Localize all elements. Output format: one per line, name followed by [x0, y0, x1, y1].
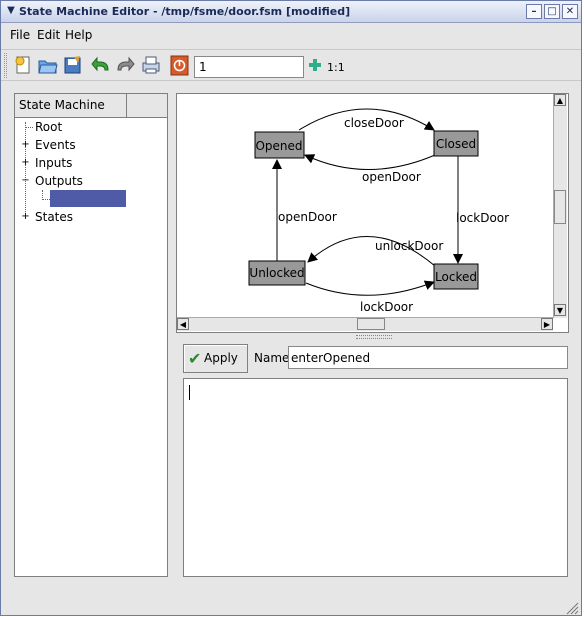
tree-item-events[interactable]: Events — [35, 138, 76, 152]
close-icon[interactable]: ✕ — [562, 4, 578, 19]
text-cursor — [189, 385, 190, 400]
app-window: ▼ State Machine Editor - /tmp/fsme/door.… — [0, 0, 582, 616]
maximize-icon[interactable]: □ — [544, 4, 560, 19]
transition-label: lockDoor — [360, 300, 413, 314]
save-icon[interactable] — [62, 54, 84, 76]
tree-item-label: Inputs — [35, 156, 73, 170]
redo-icon[interactable] — [114, 54, 136, 76]
zoom-in-icon[interactable] — [307, 57, 323, 73]
minimize-icon[interactable]: – — [526, 4, 542, 19]
collapse-icon[interactable]: − — [21, 176, 30, 186]
tree-item-selected[interactable] — [50, 190, 126, 207]
new-file-icon[interactable] — [12, 54, 34, 76]
diagram-canvas[interactable]: closeDoor openDoor lockDoor unlockDoor l… — [176, 93, 569, 333]
transition-label: openDoor — [362, 170, 421, 184]
transition-label: closeDoor — [344, 116, 404, 130]
transition-arrow[interactable] — [305, 280, 435, 296]
tree-column-header[interactable]: State Machine — [15, 94, 127, 117]
menu-help[interactable]: Help — [65, 28, 92, 42]
state-label: Opened — [255, 139, 302, 153]
menu-edit-label: Edit — [37, 28, 61, 42]
tree-header: State Machine — [15, 94, 167, 118]
horizontal-scrollbar[interactable]: ◀ ▶ — [177, 317, 553, 331]
menu-edit[interactable]: Edit — [37, 28, 60, 42]
state-locked[interactable]: Locked — [433, 263, 479, 290]
tree-item-root[interactable]: Root — [35, 120, 62, 134]
vertical-scroll-thumb[interactable] — [554, 190, 566, 224]
expand-icon[interactable]: + — [21, 212, 30, 222]
scroll-left-icon[interactable]: ◀ — [177, 318, 189, 330]
name-label: Name — [254, 351, 290, 365]
state-closed[interactable]: Closed — [433, 130, 479, 157]
state-label: Locked — [435, 270, 477, 284]
stop-icon[interactable] — [169, 55, 191, 77]
menu-help-label: Help — [65, 28, 93, 42]
open-folder-icon[interactable] — [37, 54, 59, 76]
transition-label: openDoor — [278, 210, 337, 224]
tree-connector — [25, 127, 33, 128]
window-menu-icon[interactable]: ▼ — [4, 4, 18, 18]
vertical-scrollbar[interactable]: ▲ ▼ — [553, 94, 567, 318]
code-editor[interactable] — [183, 378, 568, 577]
title-bar[interactable]: ▼ State Machine Editor - /tmp/fsme/door.… — [1, 1, 581, 23]
tree-item-states[interactable]: States — [35, 210, 73, 224]
tree-item-inputs[interactable]: Inputs — [35, 156, 72, 170]
transition-label: lockDoor — [456, 211, 509, 225]
name-input[interactable]: enterOpened — [288, 346, 568, 369]
state-label: Closed — [436, 137, 476, 151]
tree-connector — [42, 199, 50, 200]
state-diagram[interactable]: closeDoor openDoor lockDoor unlockDoor l… — [177, 94, 554, 318]
resize-grip-icon[interactable] — [563, 599, 579, 615]
tree-item-label: Events — [35, 138, 76, 152]
zoom-input[interactable]: 1 — [194, 56, 304, 78]
apply-button-label: Apply — [204, 351, 238, 365]
tree-connector — [25, 122, 26, 218]
tree-item-outputs[interactable]: Outputs — [35, 174, 83, 188]
scroll-right-icon[interactable]: ▶ — [541, 318, 553, 330]
print-icon[interactable] — [140, 54, 162, 76]
expand-icon[interactable]: + — [21, 158, 30, 168]
scroll-down-icon[interactable]: ▼ — [554, 304, 566, 316]
pane-splitter[interactable] — [356, 335, 392, 339]
state-label: Unlocked — [249, 266, 304, 280]
transition-arrow[interactable] — [304, 154, 436, 170]
undo-icon[interactable] — [90, 54, 112, 76]
tree-item-label: States — [35, 210, 74, 224]
transition-label: unlockDoor — [375, 239, 443, 253]
apply-button[interactable]: ✔ Apply — [183, 344, 248, 373]
tree-panel: State Machine Root + Events + Inputs − O… — [14, 93, 168, 577]
expand-icon[interactable]: + — [21, 140, 30, 150]
window-title: State Machine Editor - /tmp/fsme/door.fs… — [19, 5, 351, 18]
zoom-reset-button[interactable]: 1:1 — [327, 61, 345, 74]
menu-file-label: File — [10, 28, 31, 42]
checkmark-icon: ✔ — [188, 349, 202, 368]
horizontal-scroll-thumb[interactable] — [357, 318, 385, 330]
tree-item-label: Outputs — [35, 174, 83, 188]
tree-item-label: Root — [35, 120, 63, 134]
toolbar-grip[interactable] — [4, 53, 7, 78]
menu-file[interactable]: File — [10, 28, 30, 42]
scroll-up-icon[interactable]: ▲ — [554, 94, 566, 106]
state-opened[interactable]: Opened — [254, 131, 305, 159]
menu-bar: File Edit Help — [1, 24, 581, 46]
state-unlocked[interactable]: Unlocked — [248, 260, 306, 286]
